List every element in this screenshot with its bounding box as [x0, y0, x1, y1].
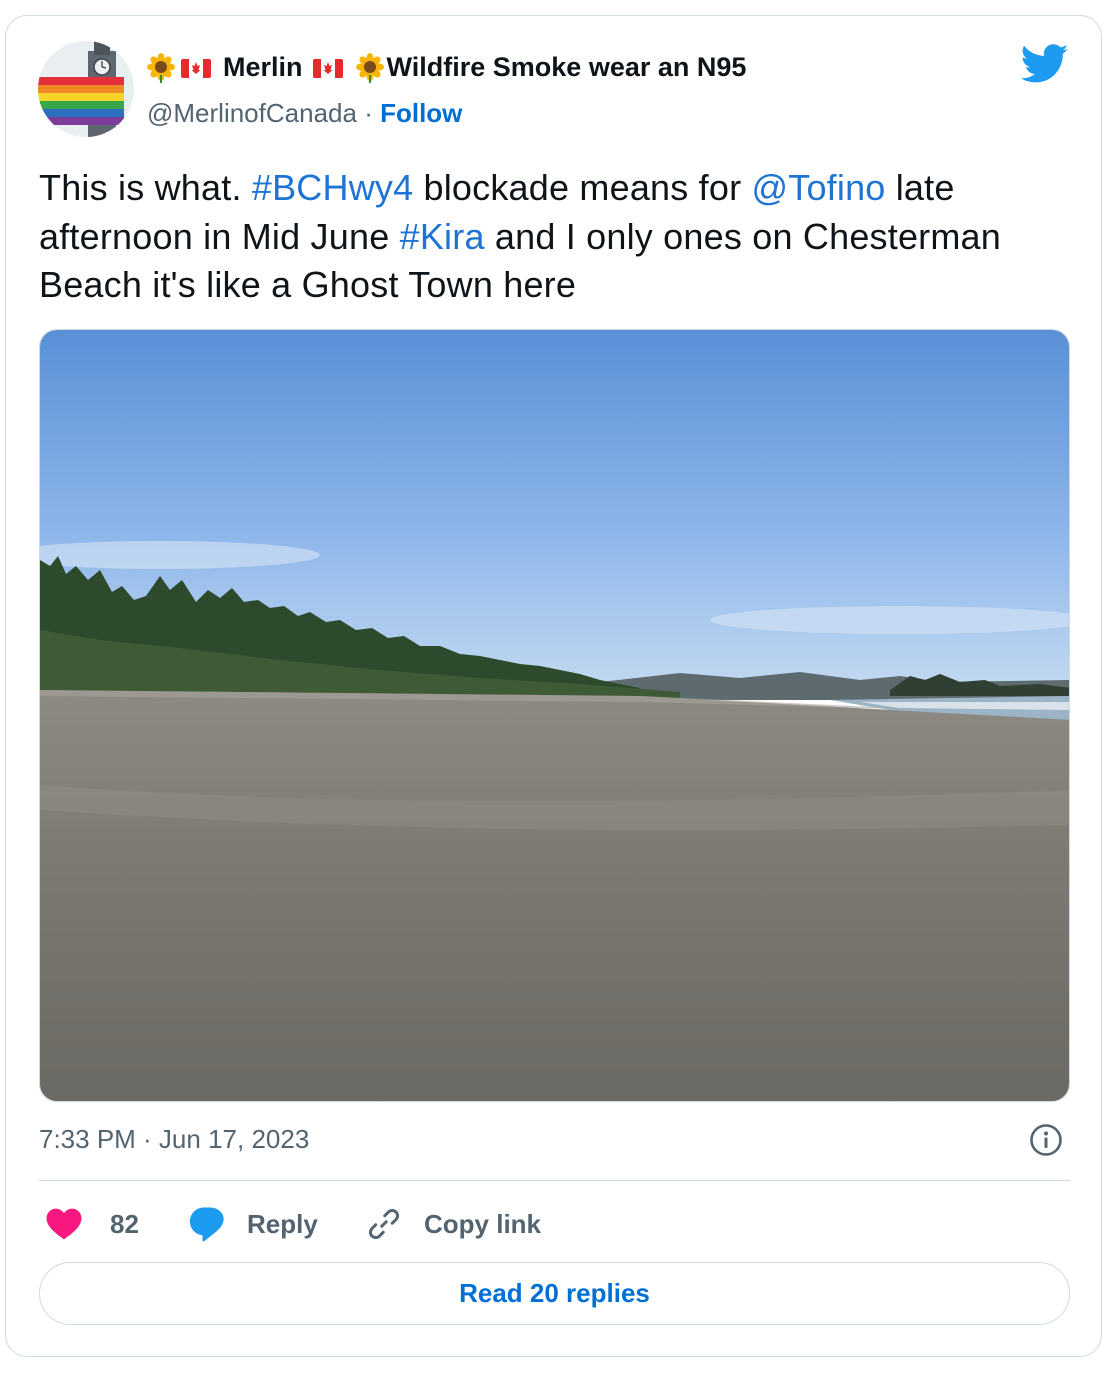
- tweet-text-segment: blockade means for: [413, 167, 752, 208]
- canada-flag-icon: [181, 58, 211, 78]
- copy-link-label: Copy link: [424, 1208, 542, 1239]
- tweet-text-segment: This is what.: [39, 167, 252, 208]
- hashtag-link[interactable]: #BCHwy4: [252, 167, 413, 208]
- display-name[interactable]: Merlin Wildfire Smoke wear an N95: [146, 52, 746, 83]
- handle-row: @MerlinofCanada · Follow: [147, 98, 462, 129]
- link-icon: [368, 1208, 400, 1240]
- reply-bubble-icon: [189, 1207, 224, 1242]
- like-count: 82: [110, 1208, 139, 1239]
- tweet-text: This is what. #BCHwy4 blockade means for…: [39, 164, 1049, 310]
- sunflower-icon: [147, 52, 175, 83]
- heart-icon: [46, 1208, 82, 1240]
- handle-separator: ·: [364, 98, 373, 128]
- follow-link[interactable]: Follow: [380, 98, 462, 128]
- like-button[interactable]: 82: [46, 1202, 139, 1246]
- display-name-suffix: Wildfire Smoke wear an N95: [386, 52, 747, 82]
- read-replies-button[interactable]: Read 20 replies: [39, 1262, 1070, 1325]
- copy-link-button[interactable]: Copy link: [366, 1202, 541, 1246]
- tweet-timestamp[interactable]: 7:33 PM · Jun 17, 2023: [39, 1124, 309, 1155]
- divider: [39, 1180, 1070, 1181]
- avatar[interactable]: [38, 41, 134, 137]
- twitter-bird-icon[interactable]: [1021, 44, 1069, 84]
- display-name-prefix: Merlin: [223, 52, 303, 82]
- user-handle[interactable]: @MerlinofCanada: [147, 98, 357, 128]
- mention-link[interactable]: @Tofino: [752, 167, 886, 208]
- tweet-card: Merlin Wildfire Smoke wear an N95 @Merli…: [5, 15, 1102, 1357]
- hashtag-link[interactable]: #Kira: [400, 216, 485, 257]
- info-icon[interactable]: [1029, 1123, 1063, 1157]
- sunflower-icon: [355, 52, 384, 83]
- reply-button[interactable]: Reply: [189, 1202, 318, 1246]
- read-replies-label: Read 20 replies: [459, 1278, 650, 1308]
- canada-flag-icon: [312, 58, 343, 78]
- tweet-photo[interactable]: [39, 329, 1070, 1102]
- reply-label: Reply: [247, 1208, 318, 1239]
